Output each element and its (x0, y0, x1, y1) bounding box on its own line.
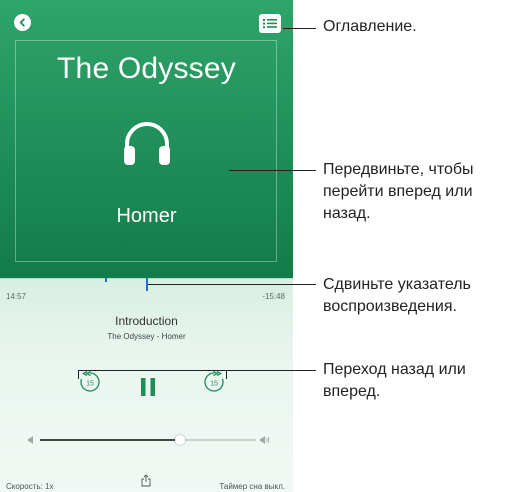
remaining-time: -15:48 (262, 292, 285, 301)
skip-back-15-icon: 15 (80, 370, 100, 392)
chapter-marker (105, 278, 107, 282)
back-button[interactable] (14, 14, 31, 31)
skip-forward-button[interactable]: 15 (202, 370, 226, 399)
callout-skip: Переход назад или вперед. (323, 361, 466, 400)
callout-line-skip (78, 370, 316, 371)
audiobook-player: The Odyssey Homer 14:57 -15:48 Introduct… (0, 0, 293, 492)
skip-forward-15-icon: 15 (204, 370, 224, 392)
callout-line-toc (283, 28, 316, 29)
volume-track[interactable] (40, 435, 256, 445)
elapsed-time: 14:57 (6, 292, 27, 301)
volume-fill (40, 439, 181, 441)
volume-knob[interactable] (175, 435, 186, 445)
chapter-title: Introduction (115, 314, 178, 328)
cover-area[interactable]: The Odyssey Homer (0, 0, 293, 278)
callout-toc: Оглавление. (323, 18, 417, 35)
callout-tick-back (78, 370, 79, 379)
chevron-left-icon (19, 18, 25, 27)
share-icon[interactable] (141, 474, 151, 487)
table-of-contents-button[interactable] (259, 14, 281, 33)
volume-slider[interactable] (28, 434, 270, 446)
speaker-high-icon (260, 436, 270, 444)
pause-button[interactable] (141, 378, 155, 396)
callout-scrubber: Сдвиньте указатель воспроизведения. (323, 276, 471, 315)
callout-line-swipe (229, 170, 316, 171)
book-title: The Odyssey (57, 52, 236, 85)
headphones-icon (124, 122, 170, 165)
speaker-low-icon (28, 436, 33, 444)
chapter-subtitle: The Odyssey - Homer (107, 332, 186, 341)
callout-swipe: Передвиньте, чтобы перейти вперед или на… (323, 161, 474, 222)
list-icon (263, 19, 277, 29)
book-author: Homer (116, 205, 177, 227)
playback-speed-button[interactable]: Скорость: 1x (6, 482, 53, 491)
skip-forward-seconds: 15 (210, 381, 218, 388)
callout-tick-forward (226, 370, 227, 379)
skip-back-button[interactable]: 15 (78, 370, 102, 399)
callout-line-scrubber (148, 284, 316, 285)
playback-controls: 14:57 -15:48 Introduction The Odyssey - … (0, 278, 293, 492)
skip-back-seconds: 15 (86, 381, 94, 388)
sleep-timer-button[interactable]: Таймер сна выкл. (219, 482, 285, 491)
